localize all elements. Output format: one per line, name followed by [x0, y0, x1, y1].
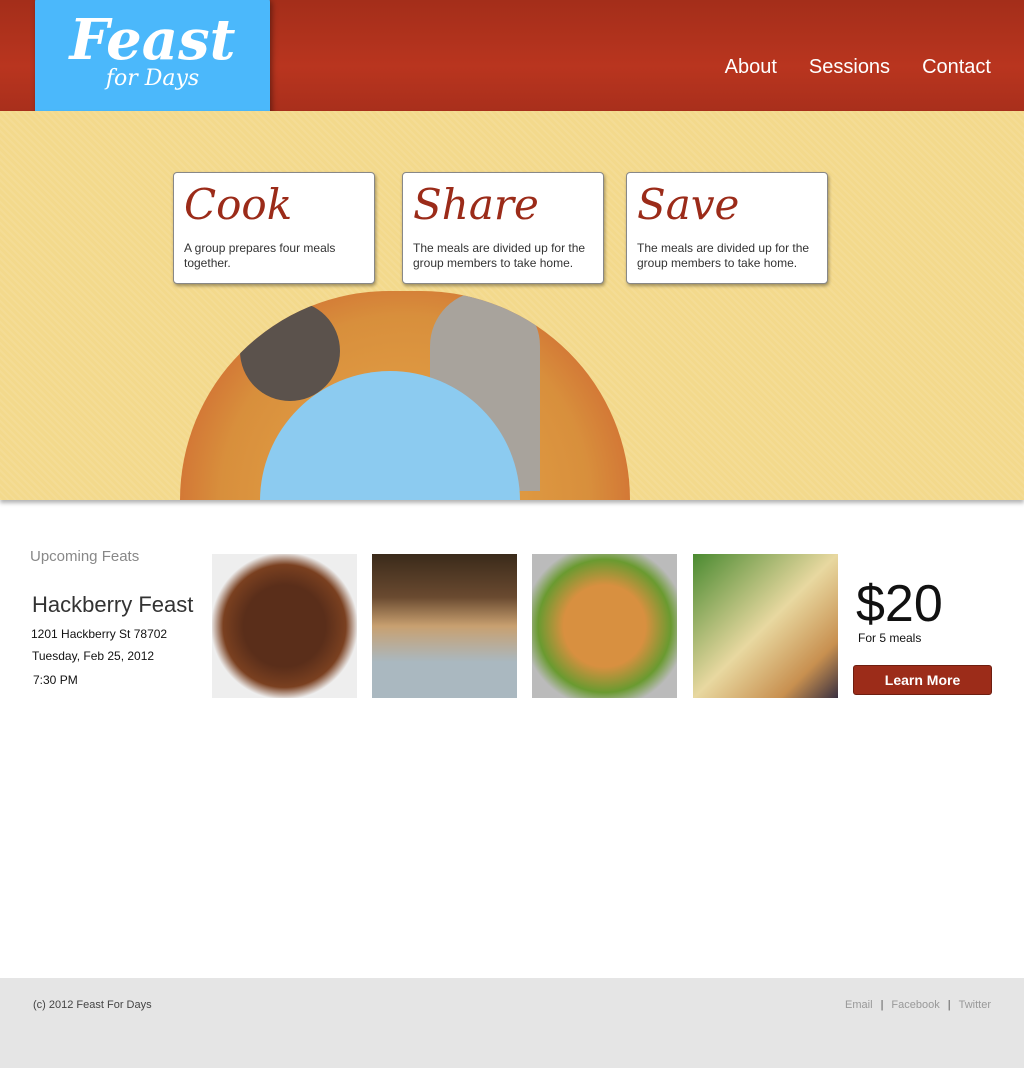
pizza-photo	[693, 554, 838, 698]
copyright: (c) 2012 Feast For Days	[33, 999, 152, 1011]
event-date: Tuesday, Feb 25, 2012	[32, 649, 155, 663]
learn-more-button[interactable]: Learn More	[853, 665, 992, 695]
nav-contact[interactable]: Contact	[922, 56, 991, 79]
card-text: The meals are divided up for the group m…	[413, 241, 586, 270]
facebook-link[interactable]: Facebook	[891, 999, 939, 1011]
card-title: Share	[413, 180, 539, 229]
card-title: Cook	[184, 180, 293, 229]
footer-links: Email | Facebook | Twitter	[845, 999, 991, 1011]
nav-sessions[interactable]: Sessions	[809, 56, 890, 79]
pasta-photo	[532, 554, 677, 698]
header: Feast for Days About Sessions Contact	[0, 0, 1024, 120]
event-address: 1201 Hackberry St 78702	[31, 627, 168, 641]
card-cook: Cook A group prepares four meals togethe…	[173, 172, 375, 284]
divider: |	[880, 999, 884, 1011]
logo[interactable]: Feast for Days	[35, 0, 270, 120]
email-link[interactable]: Email	[845, 999, 873, 1011]
hero: Cook A group prepares four meals togethe…	[0, 111, 1024, 500]
lasagna-photo	[372, 554, 517, 698]
event-title: Hackberry Feast	[32, 592, 194, 617]
twitter-link[interactable]: Twitter	[959, 999, 991, 1011]
card-text: A group prepares four meals together.	[184, 241, 336, 270]
hero-illustration	[180, 291, 630, 500]
price: $20	[856, 575, 943, 633]
event-time: 7:30 PM	[33, 673, 78, 687]
hat-image	[240, 301, 340, 401]
card-title: Save	[637, 180, 740, 229]
footer: (c) 2012 Feast For Days Email | Facebook…	[0, 978, 1024, 1068]
stew-photo	[212, 554, 357, 698]
price-note: For 5 meals	[858, 631, 922, 645]
nav-about[interactable]: About	[725, 56, 777, 79]
main-nav: About Sessions Contact	[725, 56, 991, 79]
card-save: Save The meals are divided up for the gr…	[626, 172, 828, 284]
divider: |	[947, 999, 951, 1011]
upcoming-label: Upcoming Feats	[30, 548, 140, 565]
card-text: The meals are divided up for the group m…	[637, 241, 810, 270]
card-share: Share The meals are divided up for the g…	[402, 172, 604, 284]
logo-title: Feast	[69, 7, 236, 73]
